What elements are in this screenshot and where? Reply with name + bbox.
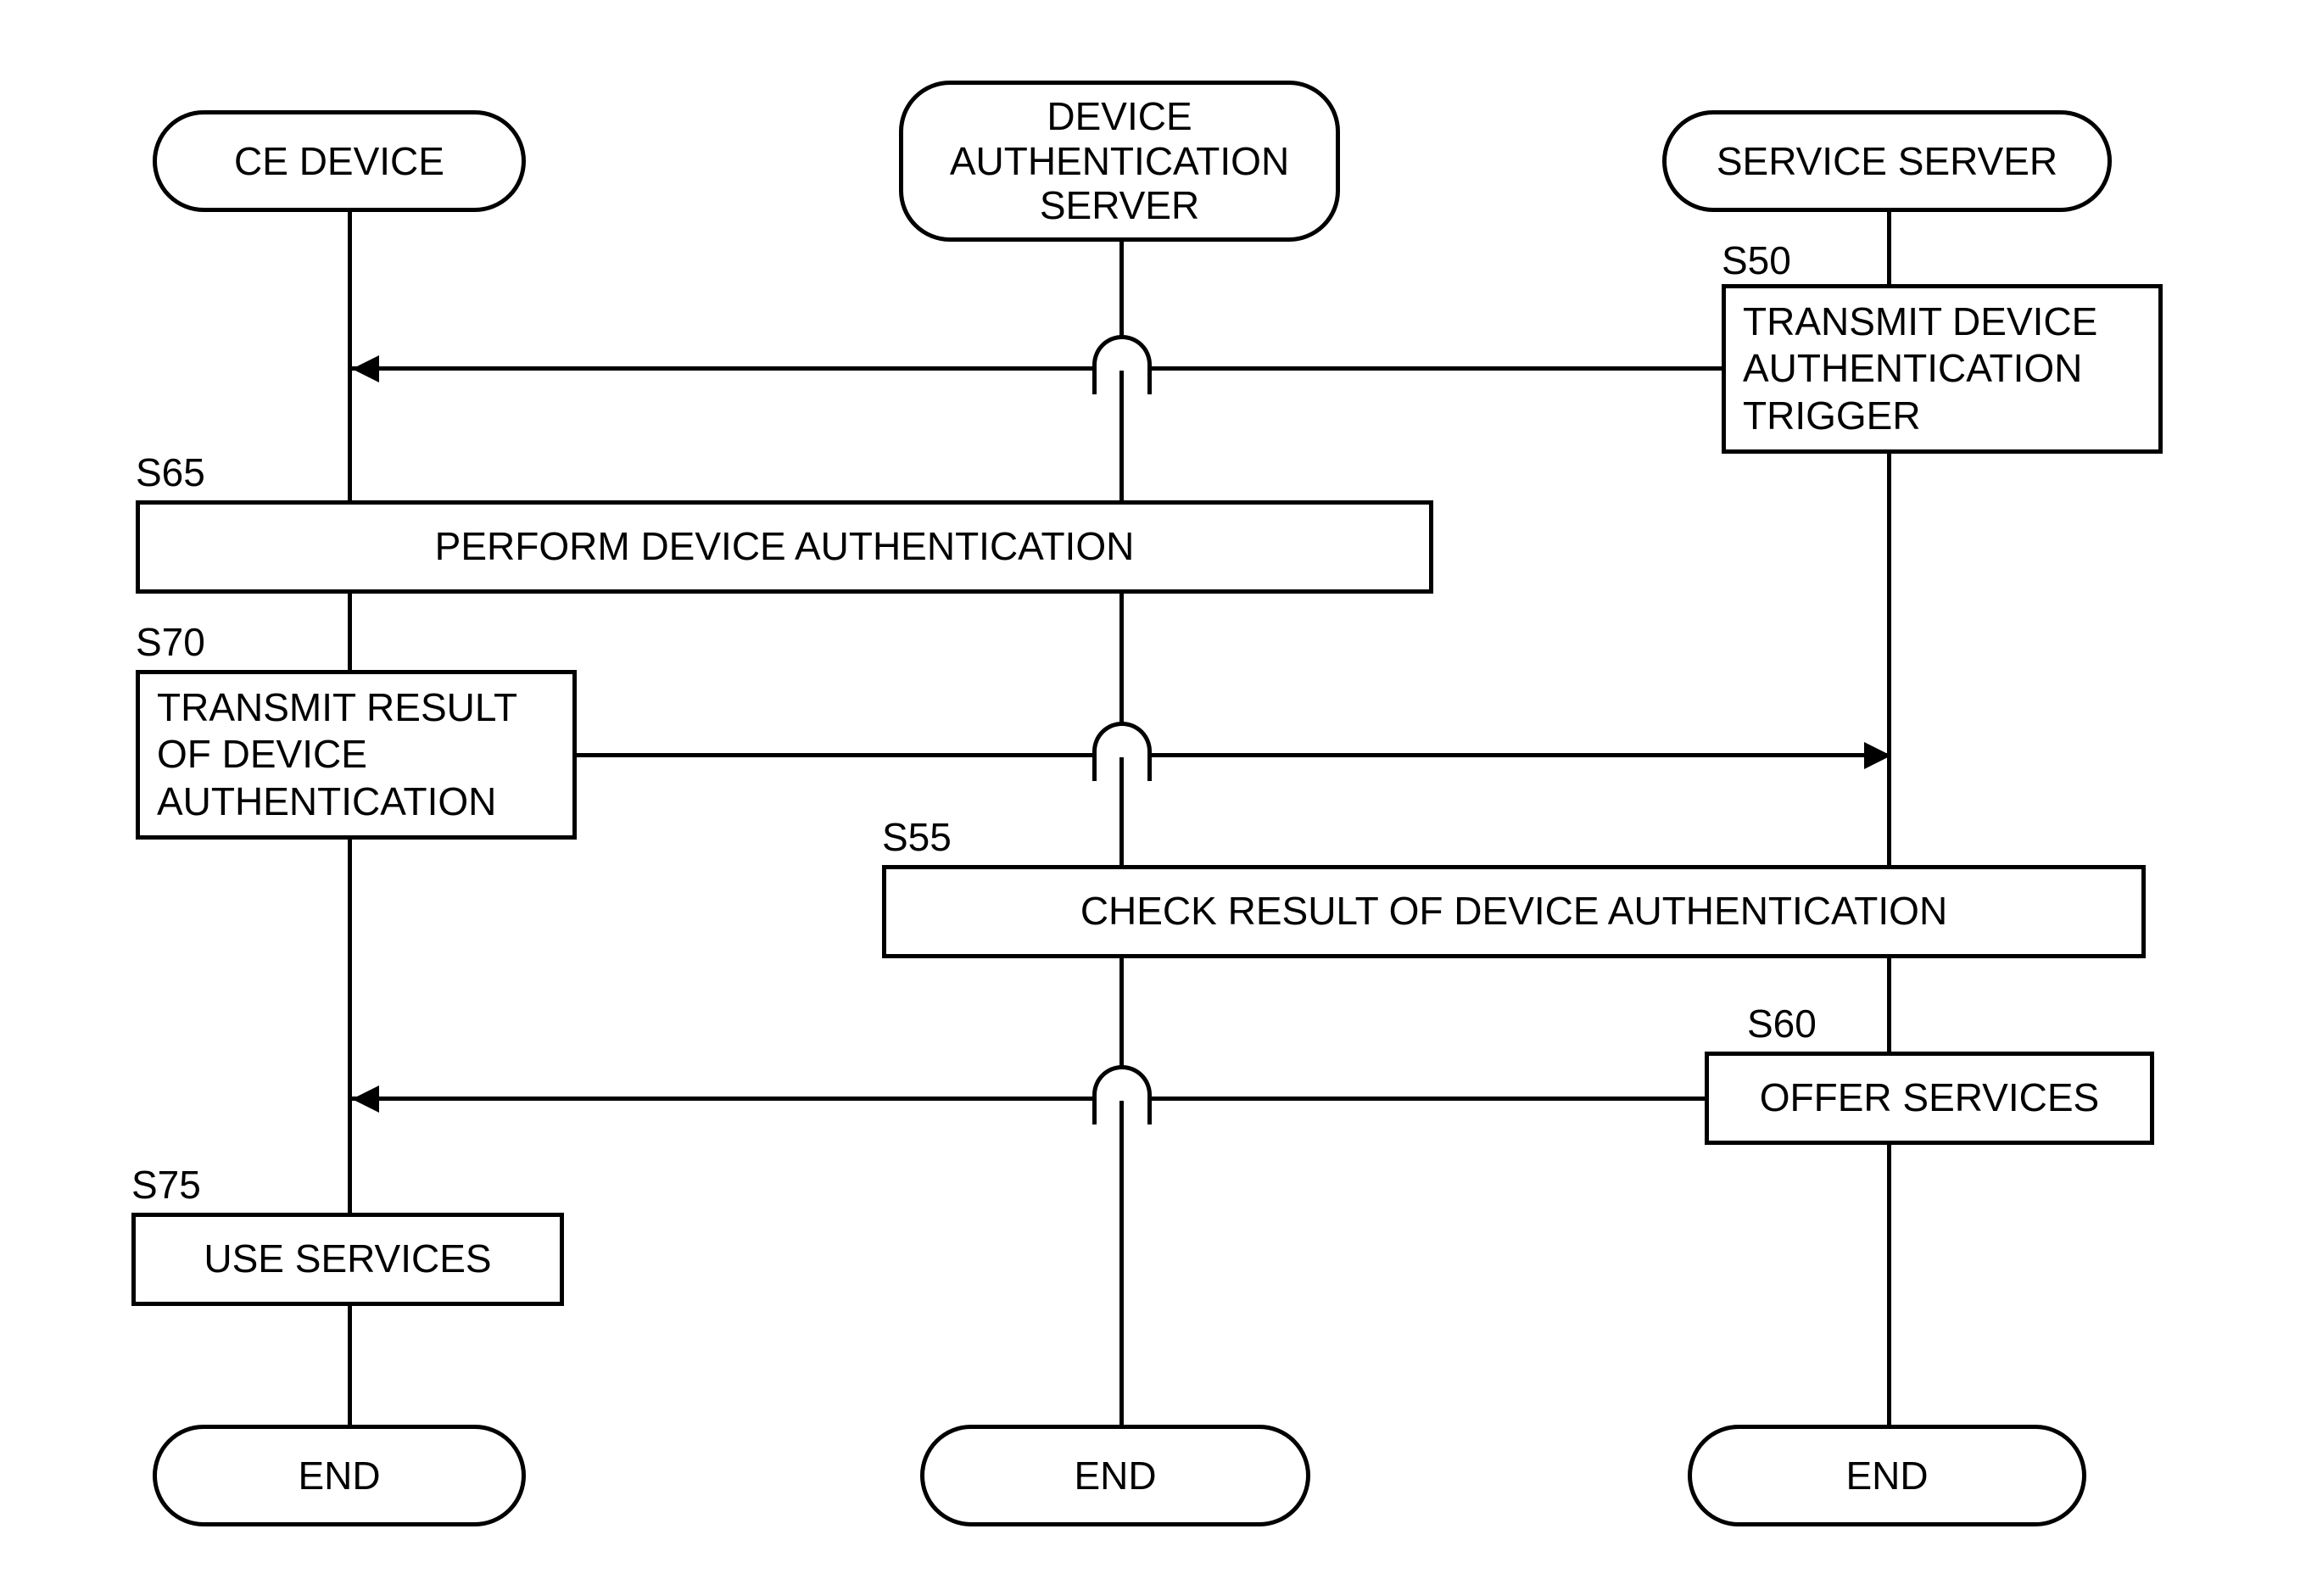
hop-s50	[1092, 337, 1152, 371]
lane-ce-device: CE DEVICE	[153, 110, 526, 212]
box-s70: TRANSMIT RESULT OF DEVICE AUTHENTICATION	[136, 670, 577, 840]
box-s60: OFFER SERVICES	[1705, 1052, 2154, 1145]
end-auth: END	[920, 1425, 1310, 1526]
arrowhead-s60	[352, 1085, 379, 1113]
label-s55: S55	[882, 814, 952, 860]
arrowhead-s50	[352, 355, 379, 382]
box-s75: USE SERVICES	[131, 1213, 564, 1306]
box-s55: CHECK RESULT OF DEVICE AUTHENTICATION	[882, 865, 2146, 958]
box-s50: TRANSMIT DEVICE AUTHENTICATION TRIGGER	[1722, 284, 2163, 454]
arrow-s70-to-service	[577, 753, 1890, 757]
label-s50: S50	[1722, 237, 1791, 283]
arrowhead-s70	[1864, 742, 1891, 769]
label-s75: S75	[131, 1162, 201, 1208]
flowchart-canvas: CE DEVICE DEVICE AUTHENTICATION SERVER S…	[0, 0, 2317, 1596]
hop-s70	[1092, 723, 1152, 757]
arrow-s60-to-ce	[352, 1097, 1705, 1101]
lane-service-server: SERVICE SERVER	[1662, 110, 2112, 212]
lifeline-auth	[1119, 242, 1124, 1425]
label-s65: S65	[136, 449, 205, 495]
label-s70: S70	[136, 619, 205, 665]
end-ce: END	[153, 1425, 526, 1526]
end-service: END	[1688, 1425, 2086, 1526]
hop-s60	[1092, 1067, 1152, 1101]
arrow-s50-to-ce	[352, 366, 1722, 371]
label-s60: S60	[1747, 1001, 1817, 1046]
box-s65: PERFORM DEVICE AUTHENTICATION	[136, 500, 1433, 594]
lane-auth-server: DEVICE AUTHENTICATION SERVER	[899, 81, 1340, 242]
